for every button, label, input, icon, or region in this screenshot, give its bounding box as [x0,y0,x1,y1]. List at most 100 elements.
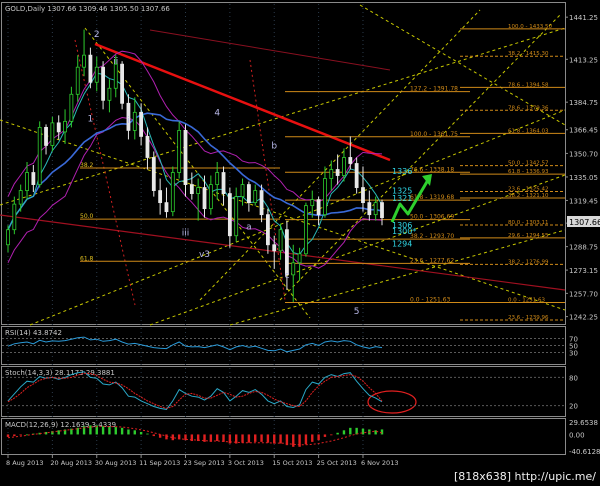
wave-label-8: i [127,116,130,126]
fib-left-label-5: 50.0 - 1306.69 [410,214,454,221]
candle-body-35 [227,193,232,237]
macd-histogram-bar-18 [120,427,124,435]
target-label-5: 1294 [392,239,412,248]
fib-right-label-10: 29.6 - 1294.55 [508,233,549,239]
candle-body-6 [44,126,48,146]
fib-right-label-6: 61.8 - 1336.93 [508,169,549,175]
candle-body-4 [31,172,36,185]
candle-body-29 [189,184,194,194]
macd-histogram-bar-40 [260,434,263,442]
macd-histogram-bar-53 [342,430,346,435]
candle-body-59 [380,202,384,219]
date-tick-label-1: 20 Aug 2013 [50,459,92,467]
macd-histogram-bar-16 [108,427,111,435]
candle-body-27 [177,129,182,173]
fib-left-label-7: 23.6 - 1277.62 [410,257,454,264]
candle-body-0 [6,229,10,246]
macd-tick-label-1: 0.00 [569,431,585,439]
candle-body-17 [113,63,118,89]
macd-histogram-bar-21 [139,431,143,435]
macd-histogram-bar-19 [127,429,130,435]
target-label-4: 1300* [392,227,416,236]
macd-histogram-bar-22 [146,433,149,435]
candle-body-36 [234,196,239,237]
price-tick-label-6: 1319.45 [569,197,598,205]
macd-histogram-bar-59 [380,429,384,435]
fib-right-label-8: 38.2 - 1321.10 [508,193,549,199]
chart-root: 161.8 - 1459.80127.2 - 1391.78100.0 - 13… [0,0,600,486]
macd-histogram-bar-54 [349,427,352,435]
candle-body-38 [246,184,251,204]
macd-histogram-bar-24 [158,434,162,438]
candle-body-30 [196,187,201,194]
date-tick-label-5: 3 Oct 2013 [228,459,264,467]
macd-histogram-bar-0 [6,434,10,437]
target-label-0: 1336 [392,167,412,176]
macd-histogram-bar-52 [336,432,339,435]
macd-histogram-bar-39 [254,434,257,442]
candle-body-43 [278,229,283,252]
fib-right-label-13: 23.6 - 1239.96 [508,315,549,321]
candle-body-9 [63,120,67,133]
candle-body-42 [272,244,277,252]
fib-left-label-1: 127.2 - 1391.78 [410,86,458,93]
fib-right-label-11: 38.2 - 1276.99 [508,259,549,265]
fib-far-left-label-0: 38.2 [80,162,94,169]
candle-body-5 [37,126,42,185]
macd-histogram-bar-47 [304,434,308,445]
symbol-info: GOLD,Daily 1307.66 1309.46 1305.50 1307.… [5,5,170,13]
candle-body-37 [240,184,245,198]
wave-label-1: ii [113,57,118,67]
price-tick-label-0: 1441.25 [569,14,598,22]
macd-tick-label-0: 29.6538 [569,419,598,427]
price-tick-label-8: 1288.75 [569,244,598,252]
fib-right-label-9: 80.0 - 1303.11 [508,220,548,226]
macd-histogram-bar-25 [165,434,168,440]
candle-body-22 [145,136,150,158]
candle-body-54 [348,157,353,164]
candle-body-50 [323,178,327,216]
macd-histogram-bar-2 [19,434,22,436]
fib-right-label-0: 100.0 - 1433.50 [508,24,552,30]
macd-histogram-bar-49 [317,434,320,441]
candle-body-34 [221,172,226,194]
candle-body-44 [285,229,289,276]
macd-histogram-bar-1 [13,434,16,437]
date-tick-label-0: 8 Aug 2013 [6,459,44,467]
candle-body-2 [18,190,23,205]
wave-label-0: 2 [94,30,100,40]
candle-body-51 [329,169,334,179]
fib-far-left-label-2: 61.8 [80,255,94,262]
macd-histogram-bar-56 [361,428,365,435]
fib-right-label-2: 78.6 - 1394.58 [508,82,549,88]
candle-body-58 [373,202,378,216]
macd-histogram-bar-34 [222,434,225,442]
macd-histogram-bar-13 [89,425,92,435]
date-tick-label-2: 30 Aug 2013 [95,459,137,467]
candle-body-26 [170,172,175,213]
candle-body-10 [69,93,74,122]
macd-histogram-bar-42 [273,434,276,444]
macd-histogram-bar-23 [152,434,155,437]
date-tick-label-4: 23 Sep 2013 [183,459,224,467]
fib-left-label-3: 76.6 - 1338.18 [410,166,454,173]
watermark: [818x638] http://upic.me/ [454,470,596,483]
date-tick-label-6: 15 Oct 2013 [272,459,312,467]
candle-body-32 [208,184,213,210]
candle-body-53 [342,157,346,176]
stoch-title: Stoch(14,3,3) 28.1173 29.3881 [5,369,115,377]
candle-body-55 [354,163,359,188]
candle-body-15 [101,66,105,101]
rsi-tick-label-2: 30 [569,350,578,358]
candle-body-25 [164,202,169,213]
fib-left-label-8: 0.0 - 1251.63 [410,296,451,303]
wave-label-10: 5 [354,307,360,317]
candle-body-11 [75,66,80,95]
candle-body-40 [259,190,264,216]
wave-label-7: c [284,271,289,281]
macd-histogram-bar-41 [266,434,270,443]
candle-body-39 [253,190,258,204]
macd-title: MACD(12,26,9) 12.1639 3.4339 [5,421,116,429]
wave-label-6: v3 [199,250,210,260]
macd-histogram-bar-8 [57,430,60,435]
